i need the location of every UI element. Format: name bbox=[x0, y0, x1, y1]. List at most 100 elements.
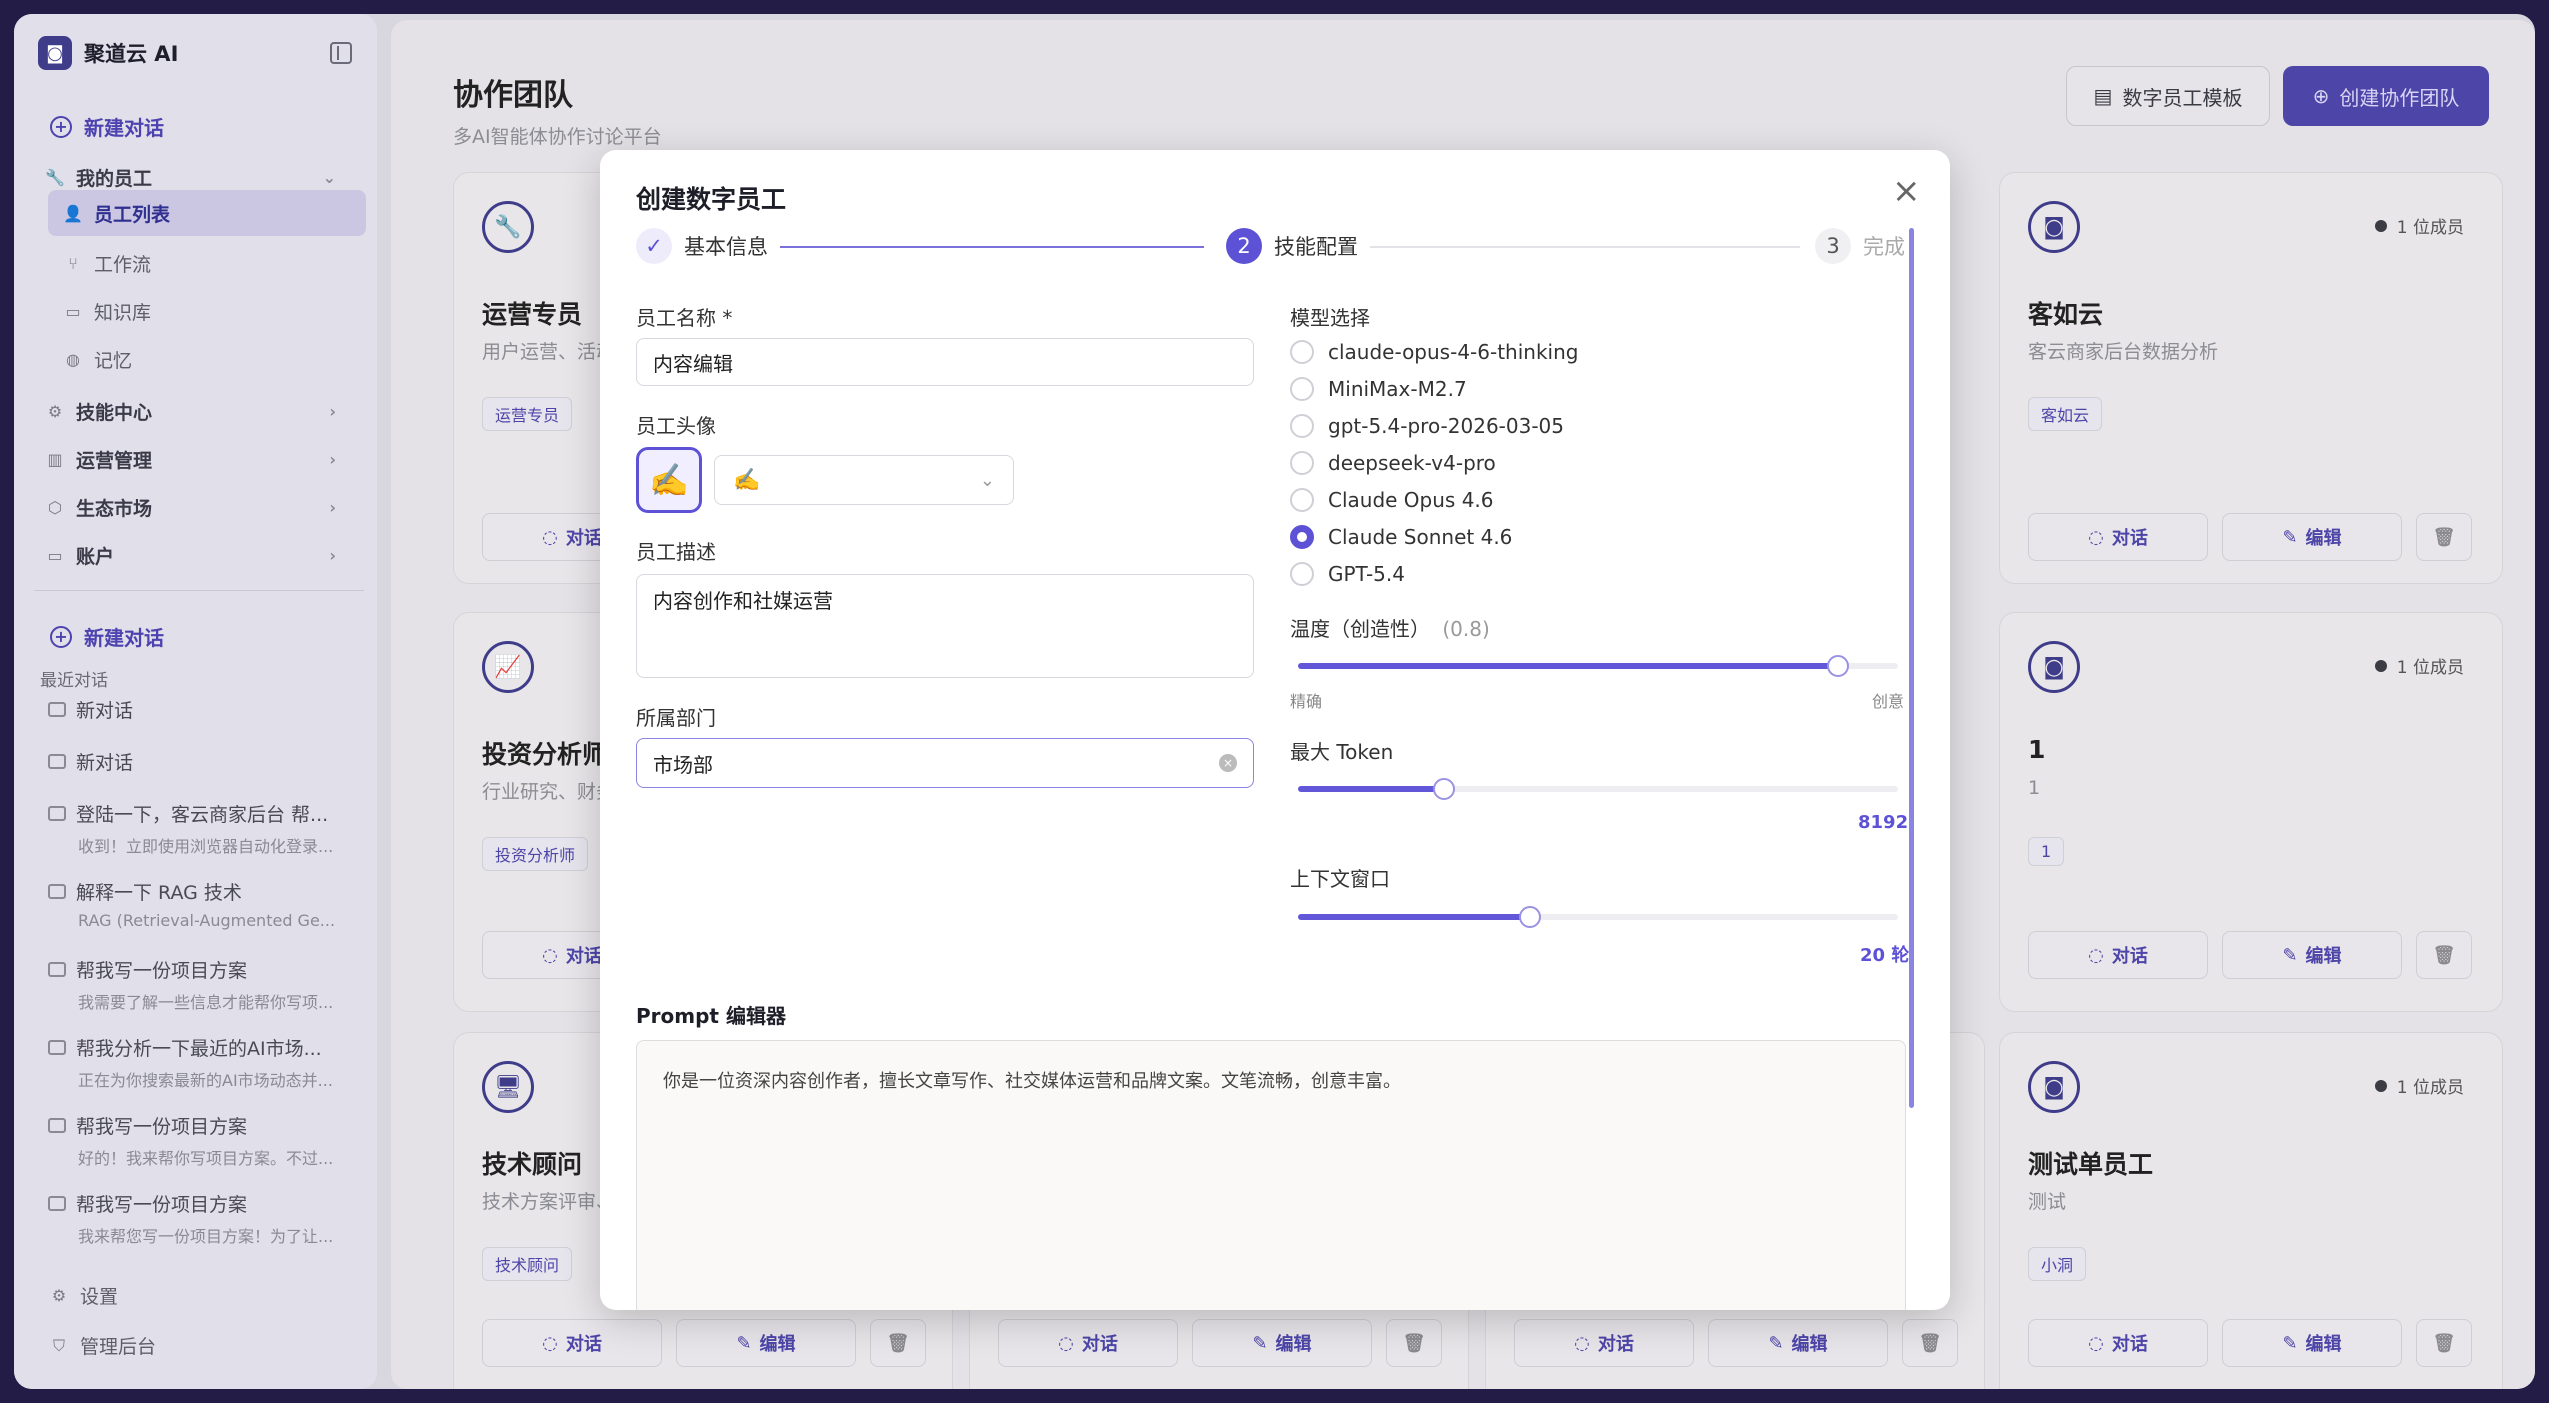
step-finish[interactable]: 3 完成 bbox=[1815, 228, 1905, 264]
chat-title: 新对话 bbox=[76, 700, 134, 722]
chat-button[interactable]: ◌ 对话 bbox=[482, 1319, 662, 1367]
chat-item[interactable]: 新对话 bbox=[48, 748, 358, 775]
chat-button[interactable]: ◌ 对话 bbox=[2028, 513, 2208, 561]
step-number: 2 bbox=[1226, 228, 1262, 264]
dept-label: 所属部门 bbox=[636, 706, 716, 730]
chat-label: 对话 bbox=[565, 528, 602, 549]
chat-icon: ◌ bbox=[1058, 1332, 1074, 1354]
chat-item[interactable]: 帮我写一份项目方案 我需要了解一些信息才能帮你写项... bbox=[48, 956, 358, 1013]
edit-button[interactable]: ✎ 编辑 bbox=[2222, 1319, 2402, 1367]
chat-item[interactable]: 登陆一下，客云商家后台 帮... 收到！立即使用浏览器自动化登录... bbox=[48, 800, 358, 857]
delete-button[interactable]: 🗑 bbox=[1386, 1319, 1442, 1367]
chat-item[interactable]: 新对话 bbox=[48, 696, 358, 723]
modal-scrollbar[interactable] bbox=[1909, 228, 1914, 1108]
card-tag: 客如云 bbox=[2028, 397, 2103, 431]
edit-button[interactable]: ✎ 编辑 bbox=[2222, 931, 2402, 979]
avatar-preview[interactable]: ✍️ bbox=[636, 447, 702, 513]
chat-icon: ◌ bbox=[542, 1332, 558, 1354]
step-label: 技能配置 bbox=[1274, 235, 1358, 259]
edit-button[interactable]: ✎ 编辑 bbox=[1708, 1319, 1888, 1367]
step-basic-info[interactable]: ✓ 基本信息 bbox=[636, 228, 768, 264]
chat-button[interactable]: ◌ 对话 bbox=[998, 1319, 1178, 1367]
edit-button[interactable]: ✎ 编辑 bbox=[2222, 513, 2402, 561]
context-window-slider[interactable] bbox=[1298, 906, 1898, 928]
new-chat-button-2[interactable]: + 新建对话 bbox=[50, 622, 164, 651]
create-team-button[interactable]: ⊕ 创建协作团队 bbox=[2283, 66, 2489, 126]
team-card[interactable]: ◙ 1 位成员 1 1 1 ◌ 对话 ✎ 编辑 🗑 bbox=[1999, 612, 2503, 1012]
edit-button[interactable]: ✎ 编辑 bbox=[1192, 1319, 1372, 1367]
model-option[interactable]: claude-opus-4-6-thinking bbox=[1290, 340, 1578, 364]
chat-label: 对话 bbox=[1081, 1334, 1118, 1355]
chat-title: 帮我写一份项目方案 bbox=[76, 960, 248, 982]
sidebar-ops[interactable]: ▥ 运营管理 › bbox=[46, 446, 366, 473]
delete-button[interactable]: 🗑 bbox=[2416, 1319, 2472, 1367]
template-button[interactable]: ▤ 数字员工模板 bbox=[2066, 66, 2270, 126]
pencil-icon: ✎ bbox=[1768, 1332, 1784, 1354]
chat-item[interactable]: 帮我写一份项目方案 好的！我来帮你写项目方案。不过... bbox=[48, 1112, 358, 1169]
sidebar-market[interactable]: ⬡ 生态市场 › bbox=[46, 494, 366, 521]
avatar-select[interactable]: ✍️ ⌄ bbox=[714, 455, 1014, 505]
edit-label: 编辑 bbox=[1791, 1334, 1828, 1355]
collapse-sidebar-icon[interactable] bbox=[330, 42, 352, 64]
model-name: MiniMax-M2.7 bbox=[1328, 377, 1467, 401]
skills-label: 技能中心 bbox=[76, 402, 153, 424]
desc-textarea[interactable]: 内容创作和社媒运营 bbox=[636, 574, 1254, 678]
chat-item[interactable]: 解释一下 RAG 技术 RAG (Retrieval-Augmented Ge.… bbox=[48, 878, 358, 930]
new-chat-button[interactable]: + 新建对话 bbox=[50, 112, 164, 141]
sidebar-account[interactable]: ▭ 账户 › bbox=[46, 542, 366, 569]
chevron-right-icon: › bbox=[329, 546, 336, 565]
model-option[interactable]: GPT-5.4 bbox=[1290, 562, 1405, 586]
close-icon[interactable]: × bbox=[1892, 174, 1921, 208]
sidebar-my-staff[interactable]: 🔧 我的员工 ⌄ bbox=[45, 164, 366, 191]
temperature-slider[interactable] bbox=[1298, 655, 1898, 677]
sidebar-skills[interactable]: ⚙ 技能中心 › bbox=[46, 398, 366, 425]
team-card[interactable]: ◙ 1 位成员 测试单员工 测试 小洞 ◌ 对话 ✎ 编辑 🗑 bbox=[1999, 1032, 2503, 1389]
model-option[interactable]: MiniMax-M2.7 bbox=[1290, 377, 1467, 401]
chat-preview: 我来帮您写一份项目方案！为了让... bbox=[78, 1227, 334, 1246]
model-option-selected[interactable]: Claude Sonnet 4.6 bbox=[1290, 525, 1512, 549]
slider-thumb[interactable] bbox=[1433, 778, 1455, 800]
sidebar-item-memory[interactable]: ◍ 记忆 bbox=[64, 346, 132, 373]
temperature-label-text: 温度（创造性） bbox=[1290, 617, 1430, 641]
model-option[interactable]: deepseek-v4-pro bbox=[1290, 451, 1496, 475]
new-chat-label: 新建对话 bbox=[84, 116, 164, 140]
delete-button[interactable]: 🗑 bbox=[2416, 931, 2472, 979]
step-skill-config[interactable]: 2 技能配置 bbox=[1226, 228, 1358, 264]
delete-button[interactable]: 🗑 bbox=[870, 1319, 926, 1367]
member-count-label: 1 位成员 bbox=[2396, 658, 2464, 678]
max-token-slider[interactable] bbox=[1298, 778, 1898, 800]
delete-button[interactable]: 🗑 bbox=[1902, 1319, 1958, 1367]
edit-button[interactable]: ✎ 编辑 bbox=[676, 1319, 856, 1367]
chat-item[interactable]: 帮我写一份项目方案 我来帮您写一份项目方案！为了让... bbox=[48, 1190, 358, 1247]
chat-button[interactable]: ◌ 对话 bbox=[2028, 931, 2208, 979]
prompt-editor[interactable]: 你是一位资深内容创作者，擅长文章写作、社交媒体运营和品牌文案。文笔流畅，创意丰富… bbox=[636, 1040, 1906, 1310]
clear-icon[interactable]: × bbox=[1219, 754, 1237, 772]
plus-circle-icon: ⊕ bbox=[2312, 84, 2330, 108]
sidebar-item-staff-list[interactable]: 👤 员工列表 bbox=[48, 190, 366, 236]
chat-preview: RAG (Retrieval-Augmented Ge... bbox=[78, 911, 336, 930]
dept-input[interactable]: 市场部 × bbox=[636, 738, 1254, 788]
sidebar-item-knowledge[interactable]: ▭ 知识库 bbox=[64, 298, 151, 325]
sidebar-item-workflow[interactable]: ⑂ 工作流 bbox=[64, 250, 151, 277]
plus-icon: + bbox=[50, 115, 72, 138]
name-input[interactable]: 内容编辑 bbox=[636, 338, 1254, 386]
settings-button[interactable]: ⚙ 设置 bbox=[50, 1282, 118, 1309]
chat-button[interactable]: ◌ 对话 bbox=[2028, 1319, 2208, 1367]
chat-item[interactable]: 帮我分析一下最近的AI市场... 正在为你搜索最新的AI市场动态并... bbox=[48, 1034, 358, 1091]
admin-button[interactable]: ⛉ 管理后台 bbox=[50, 1332, 156, 1359]
model-option[interactable]: gpt-5.4-pro-2026-03-05 bbox=[1290, 414, 1564, 438]
dept-value: 市场部 bbox=[653, 752, 713, 777]
book-icon: ▭ bbox=[65, 302, 81, 321]
model-name: Claude Sonnet 4.6 bbox=[1328, 525, 1513, 549]
chat-preview: 我需要了解一些信息才能帮你写项... bbox=[78, 993, 334, 1012]
delete-button[interactable]: 🗑 bbox=[2416, 513, 2472, 561]
slider-thumb[interactable] bbox=[1827, 655, 1849, 677]
edit-label: 编辑 bbox=[1275, 1334, 1312, 1355]
max-token-label: 最大 Token bbox=[1290, 740, 1394, 764]
chat-button[interactable]: ◌ 对话 bbox=[1514, 1319, 1694, 1367]
robot-icon: ◙ bbox=[2028, 1061, 2080, 1113]
slider-thumb[interactable] bbox=[1519, 906, 1541, 928]
model-option[interactable]: Claude Opus 4.6 bbox=[1290, 488, 1494, 512]
team-card[interactable]: ◙ 1 位成员 客如云 客云商家后台数据分析 客如云 ◌ 对话 ✎ 编辑 🗑 bbox=[1999, 172, 2503, 584]
step-number: 3 bbox=[1815, 228, 1851, 264]
